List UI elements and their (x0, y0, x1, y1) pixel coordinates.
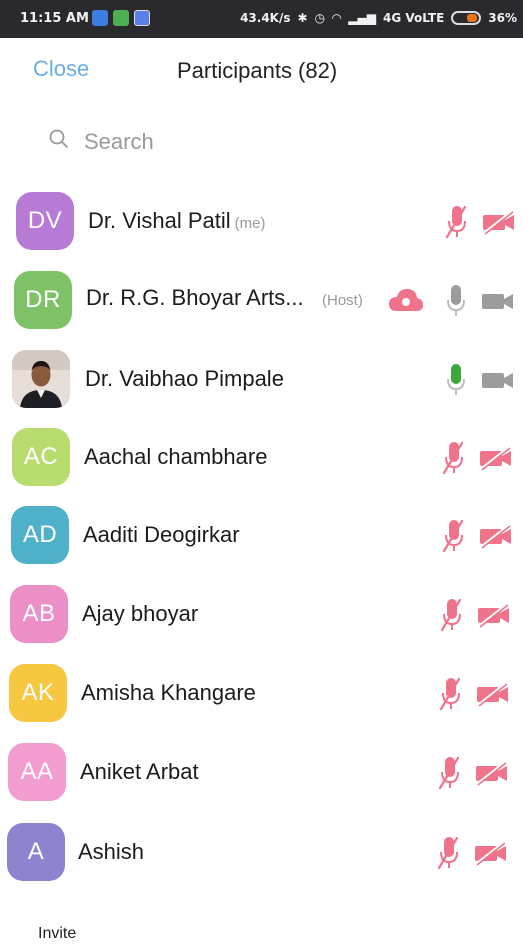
participant-row[interactable]: AC Aachal chambhare (0, 420, 523, 496)
participant-name-text: Dr. R.G. Bhoyar Arts... (86, 285, 304, 310)
participant-row[interactable]: DV Dr. Vishal Patil (me) (0, 184, 523, 260)
participant-name: Ashish (78, 839, 144, 865)
participant-name-text: Ashish (78, 839, 145, 864)
microphone-icon[interactable] (443, 362, 469, 403)
avatar: AC (12, 428, 70, 486)
participant-row[interactable]: AB Ajay bhoyar (0, 577, 523, 653)
invite-button[interactable]: Invite (38, 925, 76, 943)
participant-row[interactable]: DR Dr. R.G. Bhoyar Arts... (Host) (0, 263, 523, 339)
participant-name: Amisha Khangare (81, 680, 256, 706)
participant-name: Aaditi Deogirkar (83, 522, 240, 548)
mic-muted-icon[interactable] (439, 597, 465, 638)
app-notification-icon (113, 10, 129, 26)
page-title: Participants (82) (177, 58, 338, 83)
mic-muted-icon[interactable] (436, 835, 462, 876)
app-notification-icon (134, 10, 150, 26)
avatar: AK (9, 664, 67, 722)
host-tag: (Host) (322, 292, 363, 309)
video-off-icon[interactable] (476, 681, 510, 712)
video-off-icon[interactable] (477, 602, 511, 633)
mic-muted-icon[interactable] (441, 518, 467, 559)
participant-name: Dr. R.G. Bhoyar Arts... (86, 285, 304, 311)
bluetooth-icon: ✱ (297, 11, 308, 25)
search-icon (49, 129, 68, 148)
video-off-icon[interactable] (479, 523, 513, 554)
app-notification-icon (92, 10, 108, 26)
participant-row[interactable]: AK Amisha Khangare (0, 656, 523, 732)
avatar: AA (8, 743, 66, 801)
status-time: 11:15 AM (20, 11, 89, 26)
participant-name-text: Aniket Arbat (80, 759, 199, 784)
participant-name: Aniket Arbat (80, 759, 199, 785)
participant-name: Ajay bhoyar (82, 601, 198, 627)
battery-icon (451, 11, 482, 25)
avatar: DR (14, 271, 72, 329)
participant-row[interactable]: AA Aniket Arbat (0, 735, 523, 811)
participant-name-text: Aaditi Deogirkar (83, 522, 240, 547)
video-off-icon[interactable] (482, 209, 516, 240)
participant-name: Dr. Vishal Patil (me) (88, 208, 265, 234)
participant-name-text: Amisha Khangare (81, 680, 256, 705)
video-camera-icon[interactable] (481, 288, 515, 319)
participant-name: Dr. Vaibhao Pimpale (85, 366, 284, 392)
network-speed: 43.4K/s (240, 11, 291, 25)
status-right: 43.4K/s ✱ ◷ ◠ ▂▄▆ 4G VoLTE 36% (240, 11, 517, 25)
mic-muted-icon[interactable] (438, 676, 464, 717)
status-bar: 11:15 AM 43.4K/s ✱ ◷ ◠ ▂▄▆ 4G VoLTE 36% (0, 0, 523, 38)
participant-tag: (me) (234, 215, 266, 232)
alarm-icon: ◷ (314, 11, 326, 25)
close-button[interactable]: Close (33, 56, 89, 82)
avatar (12, 350, 70, 408)
header: Close Participants (82) (0, 38, 523, 104)
microphone-icon[interactable] (443, 283, 469, 324)
participant-row[interactable]: Dr. Vaibhao Pimpale (0, 342, 523, 418)
signal-icon: ▂▄▆ (348, 11, 376, 25)
participant-row[interactable]: A Ashish (0, 815, 523, 891)
participant-name-text: Dr. Vaibhao Pimpale (85, 366, 284, 391)
status-app-icons (92, 10, 150, 26)
mic-muted-icon[interactable] (437, 755, 463, 796)
search-bar[interactable] (20, 116, 500, 166)
avatar: DV (16, 192, 74, 250)
avatar: A (7, 823, 65, 881)
search-input[interactable] (82, 126, 486, 158)
wifi-icon: ◠ (332, 11, 342, 25)
mic-muted-icon[interactable] (441, 440, 467, 481)
battery-level: 36% (488, 11, 517, 25)
avatar-photo-icon (12, 350, 70, 408)
avatar: AD (11, 506, 69, 564)
avatar: AB (10, 585, 68, 643)
video-camera-icon[interactable] (481, 367, 515, 398)
video-off-icon[interactable] (479, 445, 513, 476)
participant-row[interactable]: AD Aaditi Deogirkar (0, 498, 523, 574)
cloud-recording-icon (388, 287, 424, 318)
mic-muted-icon[interactable] (444, 204, 470, 245)
participant-name-text: Aachal chambhare (84, 444, 268, 469)
video-off-icon[interactable] (475, 760, 509, 791)
participant-name-text: Dr. Vishal Patil (88, 208, 231, 233)
network-type: 4G VoLTE (382, 11, 445, 25)
video-off-icon[interactable] (474, 840, 508, 871)
participant-name: Aachal chambhare (84, 444, 267, 470)
participant-name-text: Ajay bhoyar (82, 601, 199, 626)
